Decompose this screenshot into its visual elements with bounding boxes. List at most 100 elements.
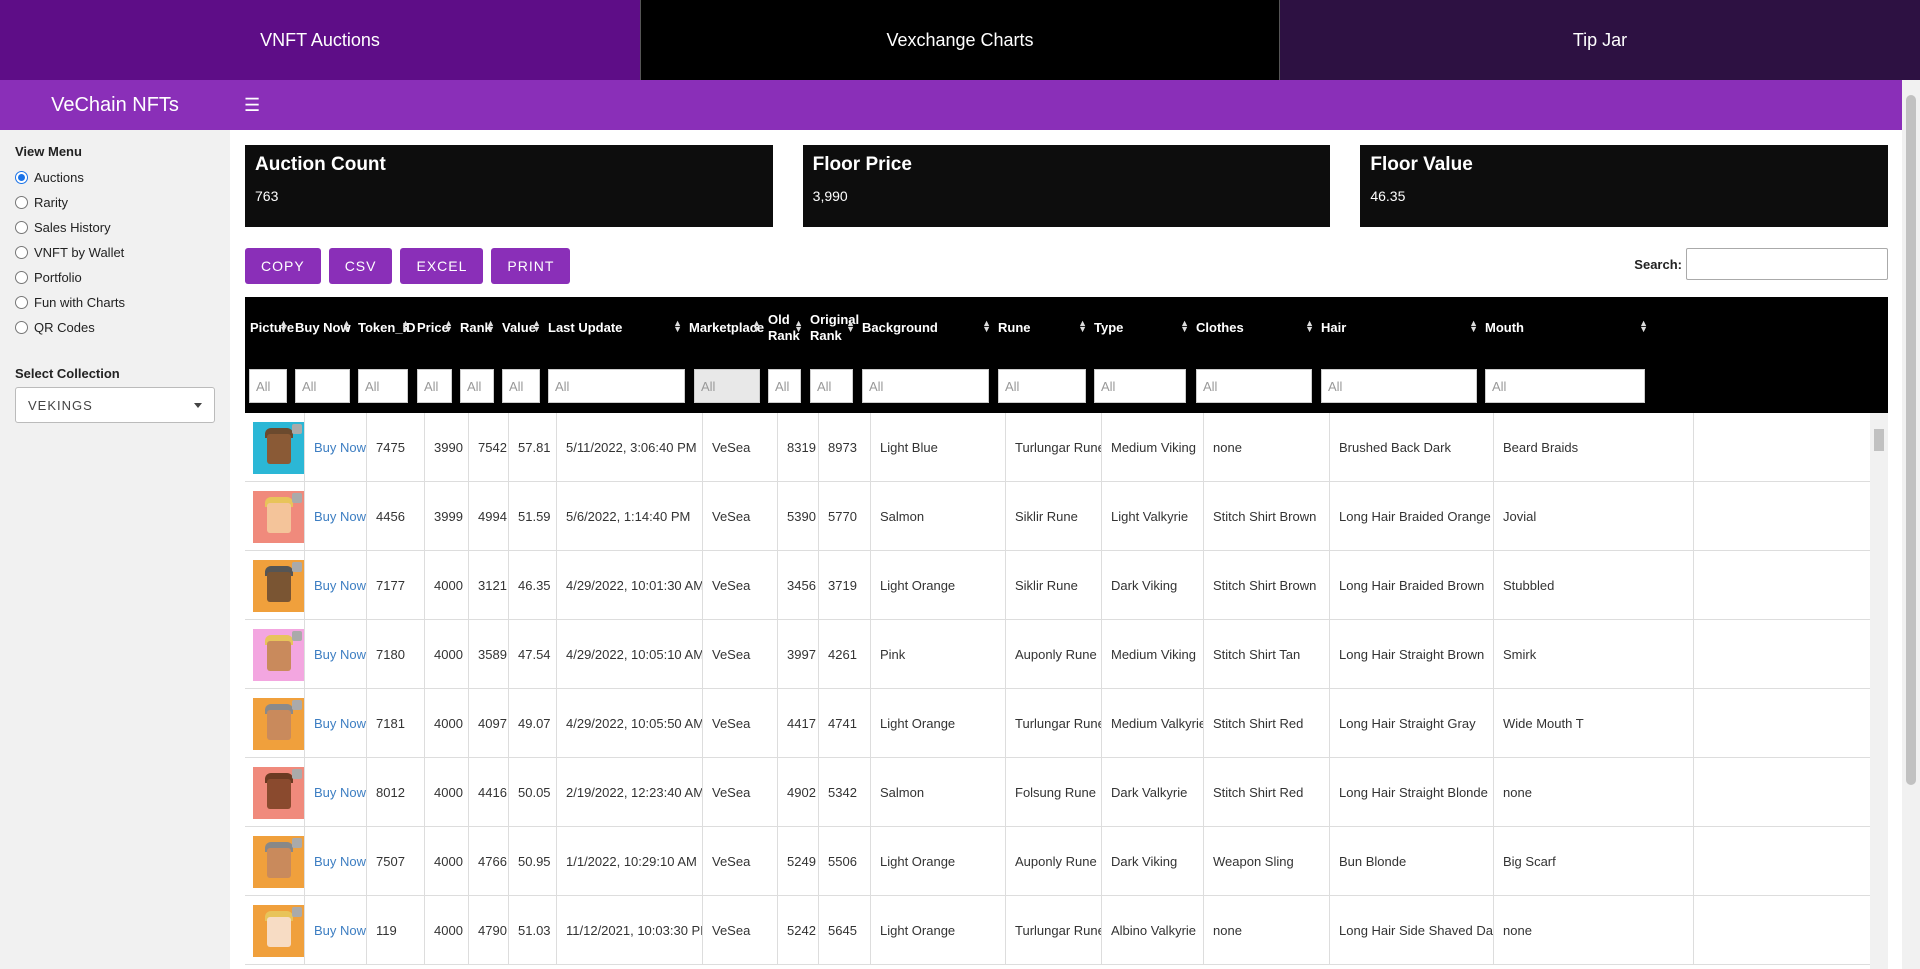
page-scrollbar-thumb[interactable] [1906,95,1916,785]
tab-tip-jar[interactable]: Tip Jar [1280,0,1920,80]
cell-buy-now[interactable]: Buy Now [305,827,367,896]
menu-item-portfolio[interactable]: Portfolio [15,265,215,290]
table-scrollbar[interactable] [1870,413,1888,969]
cell-background: Light Orange [871,689,1006,758]
filter-input-value[interactable]: All [502,369,540,403]
column-header-type[interactable]: Type ▲ ▼ [1089,297,1191,359]
menu-item-rarity[interactable]: Rarity [15,190,215,215]
column-header-marketplace[interactable]: Marketplace ▲ ▼ [684,297,764,359]
brand-title[interactable]: VeChain NFTs [0,94,230,117]
csv-button[interactable]: CSV [328,248,393,284]
column-header-original-rank[interactable]: Original Rank ▲ ▼ [805,297,859,359]
cell-buy-now[interactable]: Buy Now [305,896,367,965]
column-header-rank[interactable]: Rank ▲ ▼ [455,297,497,359]
cell-rank: 4994 [469,482,509,551]
cell-original-rank: 5506 [819,827,871,896]
nft-thumbnail[interactable] [253,697,304,750]
menu-item-qr-codes[interactable]: QR Codes [15,315,215,340]
column-header-clothes[interactable]: Clothes ▲ ▼ [1191,297,1316,359]
menu-item-label: Rarity [34,195,68,210]
nft-thumbnail[interactable] [253,421,304,474]
filter-input-hair[interactable]: All [1321,369,1477,403]
column-header-mouth[interactable]: Mouth ▲ ▼ [1480,297,1650,359]
tab-vexchange-charts[interactable]: Vexchange Charts [640,0,1280,80]
tag-icon [292,630,302,641]
filter-input-token-id[interactable]: All [358,369,408,403]
column-header-buy-now[interactable]: Buy Now ▲ ▼ [290,297,353,359]
auctions-table: Picture ▲ ▼ All Buy Now ▲ ▼ All Token_ID ▲ ▼ All Pri… [245,297,1888,969]
cell-type: Medium Viking [1102,413,1204,482]
tab-vnft-auctions[interactable]: VNFT Auctions [0,0,640,80]
column-header-token-id[interactable]: Token_ID ▲ ▼ [353,297,416,359]
column-header-value[interactable]: Value ▲ ▼ [497,297,543,359]
radio-selected-icon[interactable] [15,171,28,184]
cell-picture [245,689,305,758]
cell-buy-now[interactable]: Buy Now [305,620,367,689]
cell-buy-now[interactable]: Buy Now [305,758,367,827]
face-shape [267,433,291,464]
cell-value: 46.35 [509,551,557,620]
radio-icon[interactable] [15,321,28,334]
column-header-hair[interactable]: Hair ▲ ▼ [1316,297,1480,359]
cell-price: 4000 [425,758,469,827]
filter-input-old-rank[interactable]: All [768,369,801,403]
filter-input-price[interactable]: All [417,369,452,403]
filter-input-last-update[interactable]: All [548,369,685,403]
sort-icon: ▲ ▼ [532,318,541,334]
filter-input-type[interactable]: All [1094,369,1186,403]
nft-thumbnail[interactable] [253,559,304,612]
excel-button[interactable]: EXCEL [400,248,484,284]
filter-input-picture[interactable]: All [249,369,287,403]
collection-select-value: VEKINGS [28,397,93,413]
radio-icon[interactable] [15,271,28,284]
filter-input-rune[interactable]: All [998,369,1086,403]
radio-icon[interactable] [15,221,28,234]
collection-select[interactable]: VEKINGS [15,387,215,423]
cell-value: 50.95 [509,827,557,896]
hamburger-icon[interactable]: ☰ [244,95,260,116]
filter-input-rank[interactable]: All [460,369,494,403]
menu-item-sales-history[interactable]: Sales History [15,215,215,240]
column-header-picture[interactable]: Picture ▲ ▼ [245,297,294,359]
cell-buy-now[interactable]: Buy Now [305,413,367,482]
menu-item-fun-with-charts[interactable]: Fun with Charts [15,290,215,315]
menu-item-vnft-by-wallet[interactable]: VNFT by Wallet [15,240,215,265]
filter-input-mouth[interactable]: All [1485,369,1645,403]
card-title: Floor Price [812,154,912,175]
nft-thumbnail[interactable] [253,490,304,543]
filter-input-buy-now[interactable]: All [295,369,350,403]
column-header-rune[interactable]: Rune ▲ ▼ [993,297,1089,359]
page-scrollbar[interactable] [1902,80,1920,969]
column-header-background[interactable]: Background ▲ ▼ [857,297,993,359]
filter-input-marketplace[interactable]: All [694,369,760,403]
column-header-price[interactable]: Price ▲ ▼ [412,297,455,359]
radio-icon[interactable] [15,196,28,209]
filter-input-original-rank[interactable]: All [810,369,853,403]
cell-last-update: 4/29/2022, 10:01:30 AM [557,551,703,620]
cell-background: Salmon [871,482,1006,551]
sort-icon: ▲ ▼ [1078,318,1087,334]
copy-button[interactable]: COPY [245,248,321,284]
column-header-last-update[interactable]: Last Update ▲ ▼ [543,297,684,359]
nft-thumbnail[interactable] [253,628,304,681]
table-scrollbar-thumb[interactable] [1874,429,1884,451]
cell-rune: Siklir Rune [1006,551,1102,620]
print-button[interactable]: PRINT [491,248,571,284]
column-header-old-rank[interactable]: Old Rank ▲ ▼ [763,297,805,359]
sort-icon: ▲ ▼ [1469,318,1478,334]
filter-input-background[interactable]: All [862,369,989,403]
cell-buy-now[interactable]: Buy Now [305,482,367,551]
radio-icon[interactable] [15,296,28,309]
nft-thumbnail[interactable] [253,835,304,888]
cell-buy-now[interactable]: Buy Now [305,689,367,758]
radio-icon[interactable] [15,246,28,259]
tag-icon [292,423,302,434]
cell-old-rank: 5249 [778,827,819,896]
nft-thumbnail[interactable] [253,904,304,957]
filter-input-clothes[interactable]: All [1196,369,1312,403]
menu-item-auctions[interactable]: Auctions [15,165,215,190]
cell-buy-now[interactable]: Buy Now [305,551,367,620]
search-input[interactable] [1686,248,1888,280]
tag-icon [292,768,302,779]
nft-thumbnail[interactable] [253,766,304,819]
